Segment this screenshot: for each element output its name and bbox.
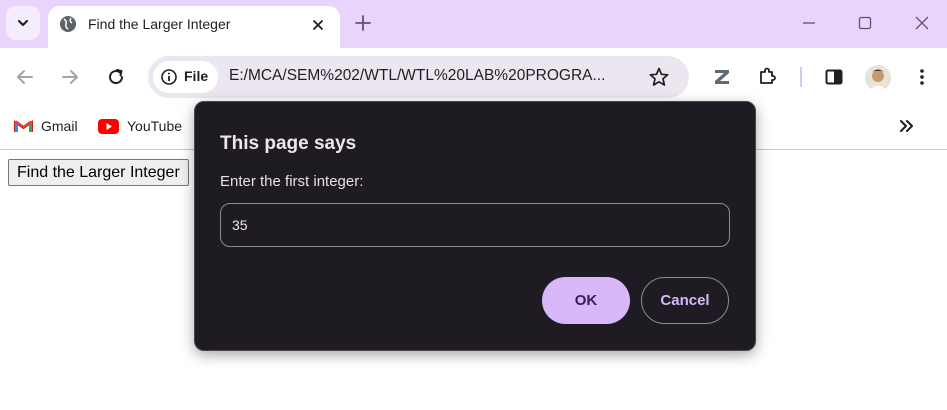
youtube-icon — [98, 118, 119, 134]
more-bookmarks-icon[interactable] — [898, 117, 916, 135]
toolbar-divider — [800, 67, 802, 87]
back-icon[interactable] — [15, 67, 35, 87]
bookmark-gmail[interactable]: Gmail — [14, 116, 78, 136]
reload-icon[interactable] — [106, 67, 126, 87]
dialog-title: This page says — [220, 133, 357, 154]
active-tab[interactable]: Find the Larger Integer — [48, 6, 340, 48]
site-info-chip[interactable]: File — [153, 61, 218, 93]
url-text[interactable]: E:/MCA/SEM%202/WTL/WTL%20LAB%20PROGRA... — [229, 67, 634, 85]
bookmark-label: YouTube — [127, 118, 183, 134]
bookmark-youtube[interactable]: YouTube — [98, 116, 182, 136]
cancel-button[interactable]: Cancel — [641, 277, 729, 324]
profile-avatar[interactable] — [865, 65, 891, 91]
bookmark-star-icon[interactable] — [648, 66, 670, 88]
close-tab-icon[interactable] — [310, 17, 326, 33]
tab-title: Find the Larger Integer — [88, 16, 231, 32]
zotero-extension-icon[interactable] — [712, 67, 732, 87]
find-larger-integer-button[interactable]: Find the Larger Integer — [8, 159, 189, 186]
prompt-dialog: This page says Enter the first integer: … — [194, 101, 756, 351]
site-chip-label: File — [184, 68, 209, 84]
tab-strip: Find the Larger Integer — [0, 0, 947, 48]
gmail-icon — [14, 120, 33, 132]
address-bar[interactable]: File E:/MCA/SEM%202/WTL/WTL%20LAB%20PROG… — [148, 56, 689, 98]
extensions-puzzle-icon[interactable] — [757, 66, 777, 86]
menu-kebab-icon[interactable] — [912, 67, 932, 87]
globe-icon — [60, 16, 76, 32]
dialog-input[interactable] — [220, 203, 730, 247]
side-panel-icon[interactable] — [824, 67, 844, 87]
ok-button[interactable]: OK — [542, 277, 630, 324]
maximize-icon[interactable] — [857, 15, 873, 31]
info-icon — [161, 69, 177, 85]
close-window-icon[interactable] — [914, 15, 930, 31]
bookmark-label: Gmail — [41, 118, 78, 134]
toolbar: File E:/MCA/SEM%202/WTL/WTL%20LAB%20PROG… — [0, 48, 947, 104]
new-tab-icon[interactable] — [354, 14, 372, 32]
forward-icon[interactable] — [60, 67, 80, 87]
dialog-message: Enter the first integer: — [220, 173, 364, 190]
minimize-icon[interactable] — [801, 15, 817, 31]
tab-search-button[interactable] — [6, 6, 40, 40]
chevron-down-icon — [17, 19, 29, 27]
